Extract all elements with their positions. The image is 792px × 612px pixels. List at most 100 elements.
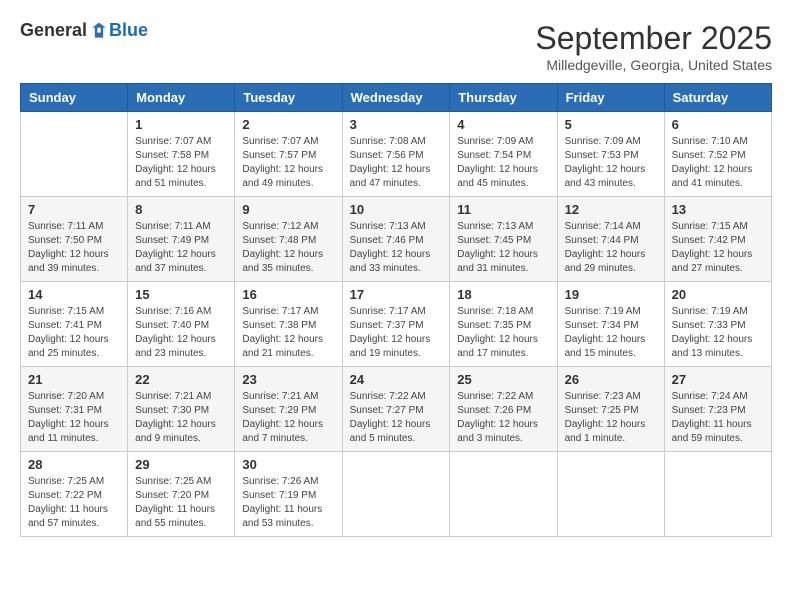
day-number: 7 xyxy=(28,202,120,217)
day-info-line: Sunrise: 7:15 AM xyxy=(672,221,748,232)
day-info-line: and 1 minute. xyxy=(565,433,626,444)
day-info-line: Sunrise: 7:07 AM xyxy=(135,136,211,147)
day-info-line: Sunset: 7:45 PM xyxy=(457,235,531,246)
day-info-line: Sunrise: 7:17 AM xyxy=(350,306,426,317)
day-info-line: Sunrise: 7:22 AM xyxy=(457,391,533,402)
day-content: Sunrise: 7:19 AMSunset: 7:33 PMDaylight:… xyxy=(672,305,764,361)
day-info-line: Daylight: 11 hours xyxy=(242,504,322,515)
calendar-cell: 30 Sunrise: 7:26 AM Sunset: 7:19 PM Dayligh… xyxy=(235,452,342,537)
day-info-line: Sunset: 7:33 PM xyxy=(672,320,746,331)
day-info-line: and 55 minutes. xyxy=(135,518,206,529)
day-info-line: Sunset: 7:58 PM xyxy=(135,150,209,161)
calendar-cell: 22Sunrise: 7:21 AMSunset: 7:30 PMDayligh… xyxy=(128,367,235,452)
day-info-line: Sunrise: 7:18 AM xyxy=(457,306,533,317)
page-header: General Blue September 2025 Milledgevill… xyxy=(20,20,772,73)
day-info-line: Daylight: 12 hours xyxy=(565,249,646,260)
header-friday: Friday xyxy=(557,84,664,112)
calendar-week-3: 14Sunrise: 7:15 AMSunset: 7:41 PMDayligh… xyxy=(21,282,772,367)
day-content: Sunrise: 7:21 AMSunset: 7:29 PMDaylight:… xyxy=(242,390,334,446)
day-number: 26 xyxy=(565,372,657,387)
day-content: Sunrise: 7:23 AMSunset: 7:25 PMDaylight:… xyxy=(565,390,657,446)
day-info-line: Sunset: 7:37 PM xyxy=(350,320,424,331)
day-info-line: and 9 minutes. xyxy=(135,433,201,444)
day-info-line: Sunrise: 7:20 AM xyxy=(28,391,104,402)
calendar-week-5: 28Sunrise: 7:25 AMSunset: 7:22 PMDayligh… xyxy=(21,452,772,537)
day-number: 27 xyxy=(672,372,764,387)
calendar-cell xyxy=(557,452,664,537)
day-content: Sunrise: 7:19 AMSunset: 7:34 PMDaylight:… xyxy=(565,305,657,361)
day-content: Sunrise: 7:15 AMSunset: 7:42 PMDaylight:… xyxy=(672,220,764,276)
day-number: 18 xyxy=(457,287,549,302)
day-info-line: Sunrise: 7:23 AM xyxy=(565,391,641,402)
day-info-line: and 47 minutes. xyxy=(350,178,421,189)
day-info-line: Sunset: 7:56 PM xyxy=(350,150,424,161)
day-info-line: Sunset: 7:22 PM xyxy=(28,490,102,501)
day-number: 15 xyxy=(135,287,227,302)
day-info-line: Daylight: 11 hours xyxy=(672,419,752,430)
day-info-line: Daylight: 12 hours xyxy=(135,419,216,430)
day-content: Sunrise: 7:17 AMSunset: 7:37 PMDaylight:… xyxy=(350,305,443,361)
day-number: 11 xyxy=(457,202,549,217)
calendar-cell: 17Sunrise: 7:17 AMSunset: 7:37 PMDayligh… xyxy=(342,282,450,367)
day-content: Sunrise: 7:09 AMSunset: 7:53 PMDaylight:… xyxy=(565,135,657,191)
day-info-line: and 53 minutes. xyxy=(242,518,313,529)
header-thursday: Thursday xyxy=(450,84,557,112)
day-info-line: Daylight: 12 hours xyxy=(565,334,646,345)
day-number: 17 xyxy=(350,287,443,302)
calendar-week-2: 7Sunrise: 7:11 AMSunset: 7:50 PMDaylight… xyxy=(21,197,772,282)
day-content: Sunrise: 7:25 AM Sunset: 7:20 PM Daylight:… xyxy=(135,475,227,531)
day-number: 25 xyxy=(457,372,549,387)
day-info-line: Daylight: 12 hours xyxy=(457,249,538,260)
day-info-line: Daylight: 12 hours xyxy=(242,164,323,175)
day-number: 9 xyxy=(242,202,334,217)
day-info-line: Daylight: 12 hours xyxy=(565,164,646,175)
calendar-cell: 29 Sunrise: 7:25 AM Sunset: 7:20 PM Dayligh… xyxy=(128,452,235,537)
day-info-line: Sunset: 7:25 PM xyxy=(565,405,639,416)
calendar-cell: 24Sunrise: 7:22 AMSunset: 7:27 PMDayligh… xyxy=(342,367,450,452)
day-info-line: Sunset: 7:52 PM xyxy=(672,150,746,161)
day-content: Sunrise: 7:07 AMSunset: 7:58 PMDaylight:… xyxy=(135,135,227,191)
day-info-line: and 29 minutes. xyxy=(565,263,636,274)
day-info-line: Daylight: 12 hours xyxy=(672,334,753,345)
day-info-line: and 23 minutes. xyxy=(135,348,206,359)
calendar-cell: 3Sunrise: 7:08 AMSunset: 7:56 PMDaylight… xyxy=(342,112,450,197)
day-number: 30 xyxy=(242,457,334,472)
day-info-line: Sunrise: 7:24 AM xyxy=(672,391,748,402)
day-info-line: and 43 minutes. xyxy=(565,178,636,189)
calendar-cell: 21Sunrise: 7:20 AMSunset: 7:31 PMDayligh… xyxy=(21,367,128,452)
calendar-cell: 20Sunrise: 7:19 AMSunset: 7:33 PMDayligh… xyxy=(664,282,771,367)
day-info-line: Sunset: 7:26 PM xyxy=(457,405,531,416)
day-info-line: Sunset: 7:19 PM xyxy=(242,490,316,501)
day-info-line: Sunrise: 7:17 AM xyxy=(242,306,318,317)
day-info-line: Sunrise: 7:11 AM xyxy=(28,221,103,232)
day-content: Sunrise: 7:09 AMSunset: 7:54 PMDaylight:… xyxy=(457,135,549,191)
day-number: 29 xyxy=(135,457,227,472)
day-content: Sunrise: 7:10 AMSunset: 7:52 PMDaylight:… xyxy=(672,135,764,191)
day-info-line: Sunset: 7:41 PM xyxy=(28,320,102,331)
day-content: Sunrise: 7:15 AMSunset: 7:41 PMDaylight:… xyxy=(28,305,120,361)
logo: General Blue xyxy=(20,20,148,41)
day-info-line: Sunrise: 7:12 AM xyxy=(242,221,318,232)
day-content: Sunrise: 7:14 AMSunset: 7:44 PMDaylight:… xyxy=(565,220,657,276)
day-info-line: Sunrise: 7:25 AM xyxy=(135,476,211,487)
calendar-cell: 2Sunrise: 7:07 AMSunset: 7:57 PMDaylight… xyxy=(235,112,342,197)
day-info-line: Daylight: 11 hours xyxy=(135,504,215,515)
day-info-line: Sunrise: 7:26 AM xyxy=(242,476,318,487)
day-info-line: and 11 minutes. xyxy=(28,433,98,444)
day-info-line: Daylight: 12 hours xyxy=(350,164,431,175)
logo-blue-text: Blue xyxy=(109,20,148,41)
day-info-line: Daylight: 12 hours xyxy=(242,334,323,345)
day-content: Sunrise: 7:18 AMSunset: 7:35 PMDaylight:… xyxy=(457,305,549,361)
day-info-line: Sunset: 7:23 PM xyxy=(672,405,746,416)
day-info-line: and 39 minutes. xyxy=(28,263,99,274)
day-content: Sunrise: 7:25 AMSunset: 7:22 PMDaylight:… xyxy=(28,475,120,531)
day-info-line: Daylight: 12 hours xyxy=(350,249,431,260)
day-info-line: Sunset: 7:54 PM xyxy=(457,150,531,161)
logo-general-text: General xyxy=(20,20,87,41)
day-info-line: Sunset: 7:34 PM xyxy=(565,320,639,331)
calendar-table: SundayMondayTuesdayWednesdayThursdayFrid… xyxy=(20,83,772,537)
day-info-line: Sunset: 7:20 PM xyxy=(135,490,209,501)
calendar-cell: 13Sunrise: 7:15 AMSunset: 7:42 PMDayligh… xyxy=(664,197,771,282)
calendar-cell: 15Sunrise: 7:16 AMSunset: 7:40 PMDayligh… xyxy=(128,282,235,367)
day-content: Sunrise: 7:20 AMSunset: 7:31 PMDaylight:… xyxy=(28,390,120,446)
